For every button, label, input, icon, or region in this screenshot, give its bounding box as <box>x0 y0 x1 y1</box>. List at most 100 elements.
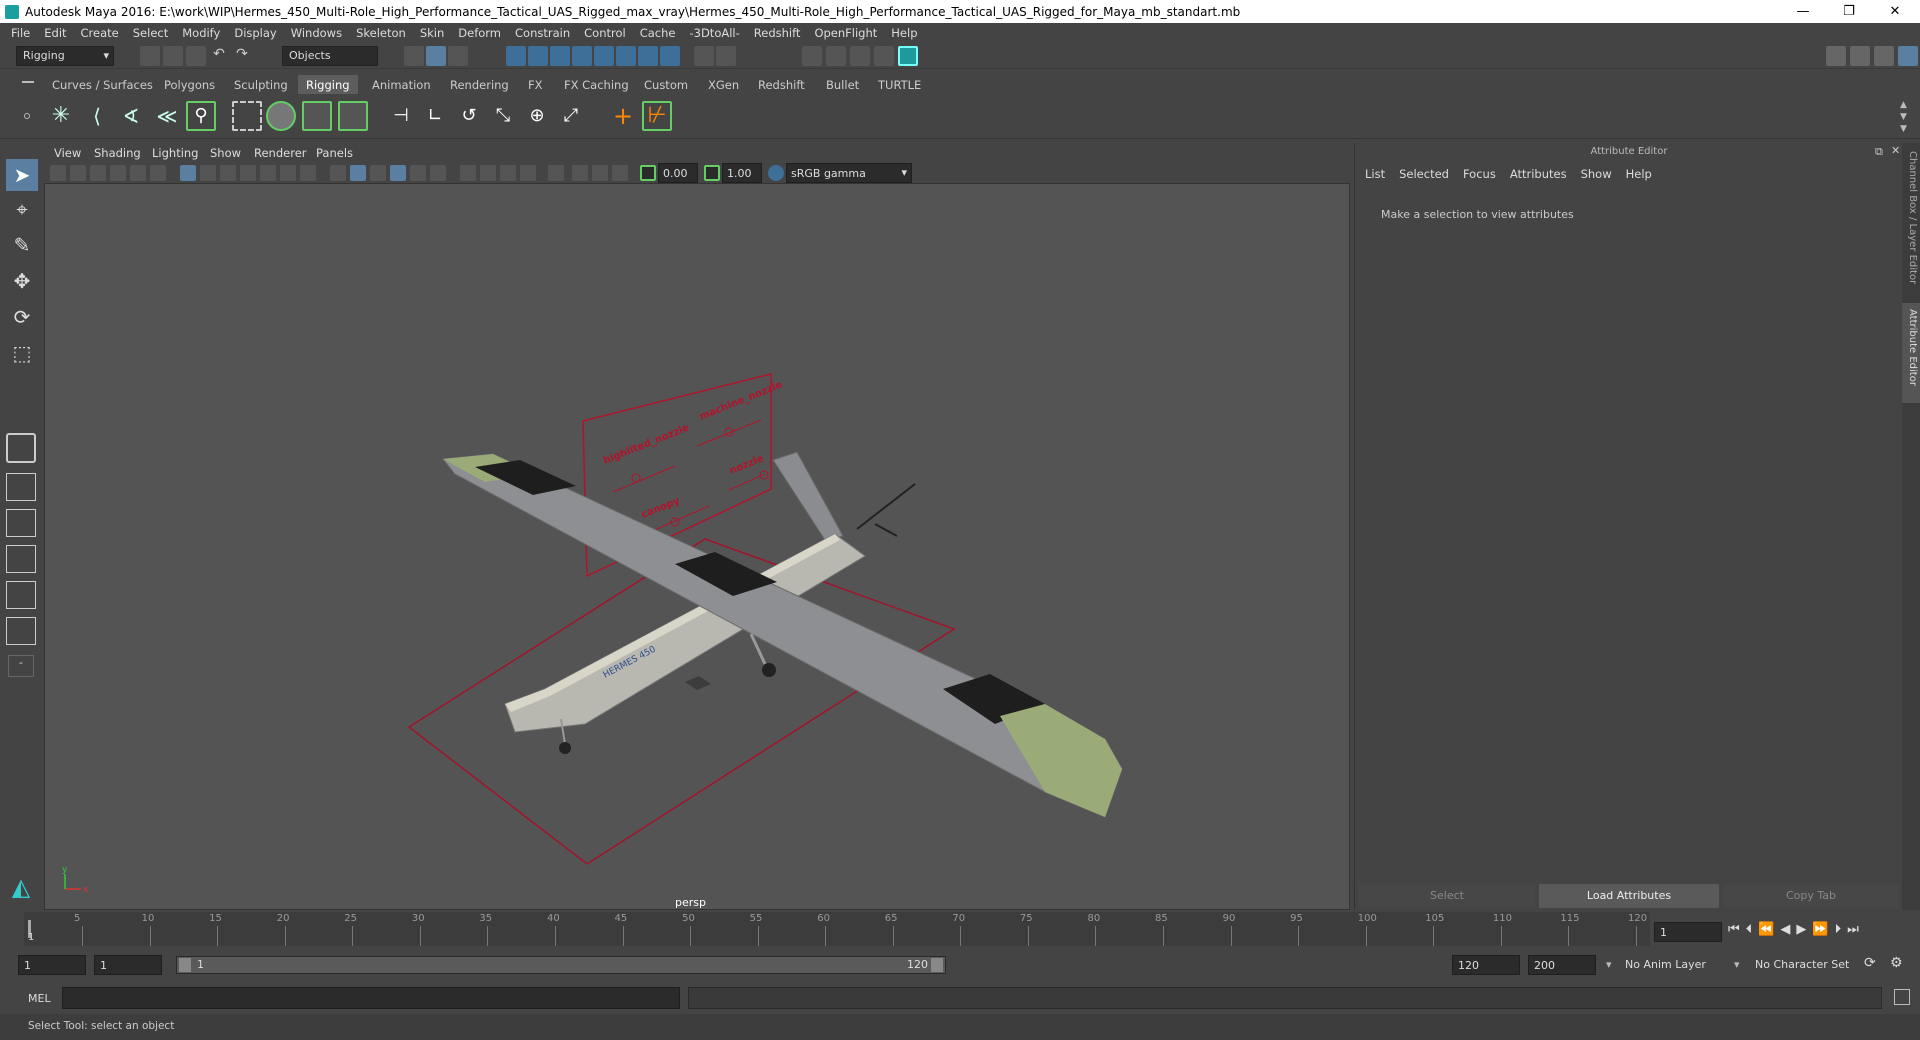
menu-3dtoall[interactable]: -3DtoAll- <box>682 26 746 40</box>
construction-history-icon[interactable] <box>660 46 680 66</box>
menu-redshift[interactable]: Redshift <box>747 26 808 40</box>
current-frame-field[interactable]: 1 <box>1654 922 1722 942</box>
snap-grid-icon[interactable] <box>506 46 526 66</box>
four-view-layout-icon[interactable] <box>6 473 36 501</box>
shelf-tab-turtle[interactable]: TURTLE <box>870 75 929 94</box>
xray-icon[interactable] <box>572 165 588 181</box>
motion-blur-icon[interactable] <box>480 165 496 181</box>
shelf-tab-custom[interactable]: Custom <box>636 75 696 94</box>
menu-windows[interactable]: Windows <box>284 26 349 40</box>
open-scene-icon[interactable] <box>163 46 183 66</box>
isolate-select-icon[interactable] <box>548 165 564 181</box>
ae-menu-show[interactable]: Show <box>1581 167 1612 181</box>
viewport-menu-show[interactable]: Show <box>210 146 241 160</box>
menu-control[interactable]: Control <box>577 26 633 40</box>
select-by-object-icon[interactable] <box>426 46 446 66</box>
ae-menu-selected[interactable]: Selected <box>1399 167 1449 181</box>
locator-icon[interactable]: ⊣ <box>386 101 416 131</box>
menu-modify[interactable]: Modify <box>175 26 227 40</box>
time-slider-track[interactable]: 1 5 10 15 20 25 30 35 40 45 50 55 60 65 70 75 80 85 90 95 1… <box>24 912 1650 946</box>
persp-outliner-layout-icon[interactable] <box>6 545 36 573</box>
exposure-field[interactable]: 0.00 <box>658 163 698 183</box>
color-management-icon[interactable] <box>768 165 784 181</box>
step-forward-frame-icon[interactable]: ⏩ <box>1812 922 1828 937</box>
orient-constraint-icon[interactable]: ↺ <box>454 101 484 131</box>
resolution-gate-icon[interactable] <box>220 165 236 181</box>
range-slider[interactable]: 1 120 <box>176 956 946 974</box>
workspace-icon[interactable] <box>1826 46 1846 66</box>
viewport-menu-panels[interactable]: Panels <box>316 146 353 160</box>
rotate-tool-icon[interactable]: ⟳ <box>6 305 38 335</box>
shadows-icon[interactable] <box>430 165 446 181</box>
input-ops-icon[interactable] <box>716 46 736 66</box>
restore-button[interactable]: ❐ <box>1826 0 1872 23</box>
shelf-tab-xgen[interactable]: XGen <box>700 75 747 94</box>
save-scene-icon[interactable] <box>186 46 206 66</box>
lattice-icon[interactable] <box>302 101 332 131</box>
viewport-menu-shading[interactable]: Shading <box>94 146 141 160</box>
range-end-handle[interactable] <box>931 958 943 972</box>
menu-openflight[interactable]: OpenFlight <box>807 26 884 40</box>
shelf-scroll-icon[interactable]: ▲ ▼ ▼ <box>1900 99 1907 135</box>
shelf-options-icon[interactable] <box>24 113 30 119</box>
control-knob-4[interactable] <box>759 470 769 480</box>
render-settings-icon[interactable] <box>874 46 894 66</box>
ae-menu-list[interactable]: List <box>1365 167 1385 181</box>
menu-constrain[interactable]: Constrain <box>508 26 577 40</box>
point-constraint-icon[interactable]: ∟ <box>420 101 450 131</box>
anti-aliasing-icon[interactable] <box>500 165 516 181</box>
playback-end-field[interactable]: 120 <box>1452 955 1520 975</box>
wireframe-icon[interactable] <box>330 165 346 181</box>
playback-start-field[interactable]: 1 <box>94 955 162 975</box>
viewport-menu-view[interactable]: View <box>54 146 81 160</box>
snap-point-icon[interactable] <box>550 46 570 66</box>
menu-file[interactable]: File <box>4 26 37 40</box>
image-plane-icon[interactable] <box>110 165 126 181</box>
gamma-field[interactable]: 1.00 <box>722 163 762 183</box>
depth-of-field-icon[interactable] <box>520 165 536 181</box>
render-frame-icon[interactable] <box>826 46 846 66</box>
close-button[interactable]: ✕ <box>1872 0 1918 23</box>
create-joints-icon[interactable]: ✳ <box>46 101 76 131</box>
shelf-tab-bullet[interactable]: Bullet <box>818 75 867 94</box>
play-backward-icon[interactable]: ◀ <box>1780 922 1790 937</box>
hypershade-icon[interactable] <box>898 46 918 66</box>
ik-handle-icon[interactable]: ⟨ <box>82 101 112 131</box>
color-space-dropdown[interactable]: sRGB gamma ▾ <box>786 163 912 183</box>
exposure-icon[interactable] <box>640 165 656 181</box>
bind-skin-icon[interactable] <box>232 101 262 131</box>
menu-deform[interactable]: Deform <box>451 26 508 40</box>
textured-icon[interactable] <box>390 165 406 181</box>
minimize-button[interactable]: — <box>1780 0 1826 23</box>
animation-preferences-icon[interactable]: ⚙ <box>1890 955 1903 971</box>
field-chart-icon[interactable] <box>260 165 276 181</box>
time-slider[interactable]: 1 5 10 15 20 25 30 35 40 45 50 55 60 65 70 75 80 85 90 95 1… <box>0 912 1920 948</box>
scale-tool-icon[interactable]: ⬚ <box>6 341 38 371</box>
redo-icon[interactable]: ↷ <box>232 46 252 66</box>
ik-spline-icon[interactable]: ∢ <box>116 101 146 131</box>
ae-select-button[interactable]: Select <box>1359 884 1535 908</box>
safe-action-icon[interactable] <box>280 165 296 181</box>
command-input[interactable] <box>62 987 680 1009</box>
grease-pencil-icon[interactable] <box>150 165 166 181</box>
mirror-joint-icon[interactable]: ≪ <box>152 101 182 131</box>
film-gate-icon[interactable] <box>200 165 216 181</box>
shelf-tab-animation[interactable]: Animation <box>364 75 439 94</box>
command-language-label[interactable]: MEL <box>28 992 51 1005</box>
ae-load-attributes-button[interactable]: Load Attributes <box>1539 884 1719 908</box>
persp-graph-layout-icon[interactable] <box>6 581 36 609</box>
render-view-icon[interactable] <box>802 46 822 66</box>
end-time-field[interactable]: 200 <box>1528 955 1596 975</box>
shelf-tab-rendering[interactable]: Rendering <box>442 75 517 94</box>
shelf-tab-curves-surfaces[interactable]: Curves / Surfaces <box>44 75 161 94</box>
two-pane-layout-icon[interactable] <box>6 509 36 537</box>
menuset-dropdown[interactable]: Rigging ▾ <box>16 46 114 66</box>
perspective-viewport[interactable]: highlited_nozzle machine_nozzle canopy n… <box>44 183 1350 910</box>
shelf-menu-icon[interactable] <box>22 81 34 83</box>
character-set-dropdown[interactable]: No Character Set <box>1750 955 1868 975</box>
attribute-editor-toggle-icon[interactable] <box>1898 46 1918 66</box>
menu-help[interactable]: Help <box>884 26 924 40</box>
select-tool-icon[interactable]: ➤ <box>6 159 38 191</box>
shelf-tab-fx-caching[interactable]: FX Caching <box>556 75 637 94</box>
quick-rig-icon[interactable]: ⚲ <box>186 101 216 131</box>
